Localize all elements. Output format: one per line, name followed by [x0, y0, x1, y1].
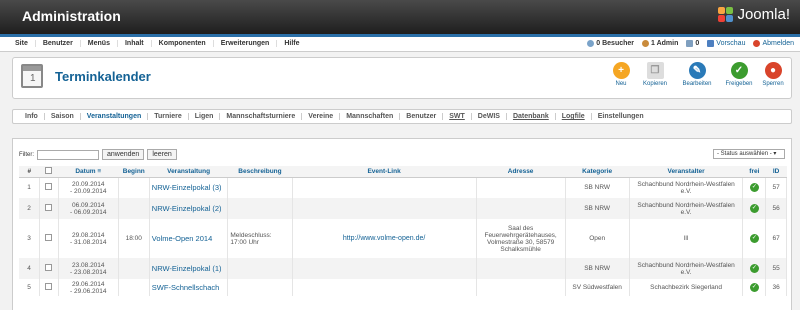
subnav-mannschaftsturniere[interactable]: Mannschaftsturniere: [220, 113, 303, 120]
menu-benutzer[interactable]: Benutzer: [36, 40, 81, 47]
row-checkbox[interactable]: [45, 183, 53, 191]
copy-button[interactable]: ❐ Kopieren: [639, 62, 671, 87]
filter-input[interactable]: [37, 149, 99, 160]
menu-site[interactable]: Site: [8, 40, 36, 47]
subnav-info[interactable]: Info: [19, 113, 45, 120]
event-title-link[interactable]: NRW-Einzelpokal (3): [149, 177, 229, 198]
event-title-link[interactable]: NRW-Einzelpokal (1): [149, 258, 229, 279]
subnav-benutzer[interactable]: Benutzer: [400, 113, 444, 120]
stop-icon: ●: [764, 62, 782, 79]
edit-icon: ✎: [688, 62, 706, 79]
event-list-panel: Filter: anwenden leeren - Status auswähl…: [12, 138, 792, 310]
component-subnav: Info Saison Veranstaltungen Turniere Lig…: [12, 109, 792, 124]
subnav-einstellungen[interactable]: Einstellungen: [592, 113, 650, 120]
publish-button[interactable]: ✓ Freigeben: [723, 62, 755, 87]
edit-button[interactable]: ✎ Bearbeiten: [681, 62, 713, 87]
menu-inhalt[interactable]: Inhalt: [118, 40, 152, 47]
visitors-status: 0 Besucher: [587, 40, 634, 47]
subnav-vereine[interactable]: Vereine: [302, 113, 341, 120]
component-toolbar: 1 Terminkalender + Neu ❐ Kopieren ✎ Bearbei…: [12, 57, 792, 99]
subnav-saison[interactable]: Saison: [45, 113, 81, 120]
plus-icon: +: [612, 62, 630, 79]
subnav-swt[interactable]: SWT: [443, 113, 472, 120]
joomla-logo[interactable]: Joomla!: [718, 6, 790, 23]
col-kategorie[interactable]: Kategorie: [565, 166, 630, 178]
menu-erweiterungen[interactable]: Erweiterungen: [214, 40, 278, 47]
subnav-dewis[interactable]: DeWIS: [472, 113, 507, 120]
copy-icon: ❐: [646, 62, 664, 79]
table-row: 3 29.08.2014 - 31.08.2014 18:00 Volme-Op…: [19, 219, 787, 258]
table-row: 2 06.09.2014 - 06.09.2014 NRW-Einzelpoka…: [19, 198, 787, 219]
events-table: # Datum ≡ Beginn Veranstaltung Beschreib…: [19, 166, 787, 296]
page-title: Terminkalender: [55, 69, 151, 84]
published-check-icon[interactable]: ✓: [749, 283, 759, 292]
filter-bar: Filter: anwenden leeren: [19, 149, 177, 160]
check-icon: ✓: [730, 62, 748, 79]
status-select[interactable]: - Status auswählen - ▾: [713, 149, 785, 159]
calendar-icon: 1: [21, 64, 43, 88]
event-url-link[interactable]: http://www.volme-open.de/: [292, 219, 477, 258]
admin-header: Administration Joomla!: [0, 0, 800, 34]
col-adresse[interactable]: Adresse: [476, 166, 566, 178]
preview-icon: [707, 40, 715, 47]
select-all-checkbox[interactable]: [45, 166, 53, 174]
filter-label: Filter:: [19, 151, 34, 158]
row-checkbox[interactable]: [45, 264, 53, 271]
messages-status[interactable]: 0: [686, 40, 699, 47]
main-menu-bar: Site Benutzer Menüs Inhalt Komponenten E…: [0, 34, 800, 52]
preview-link[interactable]: Vorschau: [707, 40, 745, 47]
mail-icon: [686, 40, 694, 47]
menu-hilfe[interactable]: Hilfe: [277, 40, 306, 47]
users-icon: [587, 40, 595, 47]
col-id[interactable]: ID: [765, 166, 787, 178]
unpublish-button[interactable]: ● Sperren: [757, 62, 789, 87]
col-datum[interactable]: Datum ≡: [58, 166, 119, 178]
event-title-link[interactable]: Volme-Open 2014: [149, 219, 229, 258]
row-checkbox[interactable]: [45, 234, 53, 241]
subnav-logfile[interactable]: Logfile: [556, 113, 592, 120]
col-num: #: [19, 166, 40, 178]
subnav-veranstaltungen[interactable]: Veranstaltungen: [81, 113, 149, 120]
col-beginn[interactable]: Beginn: [118, 166, 150, 178]
col-veranstalter[interactable]: Veranstalter: [629, 166, 743, 178]
published-check-icon[interactable]: ✓: [749, 234, 759, 243]
table-row: 1 20.09.2014 - 20.09.2014 NRW-Einzelpoka…: [19, 177, 787, 198]
published-check-icon[interactable]: ✓: [749, 183, 759, 193]
published-check-icon[interactable]: ✓: [749, 204, 759, 213]
event-title-link[interactable]: NRW-Einzelpokal (2): [149, 198, 229, 219]
sort-icon: ≡: [97, 167, 102, 175]
menu-komponenten[interactable]: Komponenten: [152, 40, 214, 47]
apply-filter-button[interactable]: anwenden: [102, 149, 145, 160]
admins-status: 1 Admin: [642, 40, 678, 47]
logout-link[interactable]: Abmelden: [753, 40, 794, 47]
subnav-turniere[interactable]: Turniere: [148, 113, 189, 120]
clear-filter-button[interactable]: leeren: [147, 149, 177, 160]
new-button[interactable]: + Neu: [605, 62, 637, 87]
col-event-link[interactable]: Event-Link: [292, 166, 477, 178]
logout-icon: [753, 40, 761, 47]
row-checkbox[interactable]: [45, 283, 53, 290]
joomla-logo-text: Joomla!: [737, 6, 790, 23]
col-veranstaltung[interactable]: Veranstaltung: [149, 166, 228, 178]
col-beschreibung[interactable]: Beschreibung: [227, 166, 293, 178]
event-title-link[interactable]: SWF-Schnellschach: [149, 279, 229, 296]
subnav-ligen[interactable]: Ligen: [189, 113, 221, 120]
subnav-datenbank[interactable]: Datenbank: [507, 113, 556, 120]
admin-title: Administration: [22, 8, 121, 24]
table-row: 4 23.08.2014 - 23.08.2014 NRW-Einzelpoka…: [19, 258, 787, 279]
row-checkbox[interactable]: [45, 204, 53, 211]
joomla-logo-icon: [718, 6, 734, 23]
table-row: 5 29.06.2014 - 29.06.2014 SWF-Schnellsch…: [19, 279, 787, 296]
col-frei[interactable]: frei: [742, 166, 766, 178]
published-check-icon[interactable]: ✓: [749, 264, 759, 273]
admin-icon: [642, 40, 650, 47]
menu-menues[interactable]: Menüs: [81, 40, 118, 47]
subnav-mannschaften[interactable]: Mannschaften: [340, 113, 401, 120]
